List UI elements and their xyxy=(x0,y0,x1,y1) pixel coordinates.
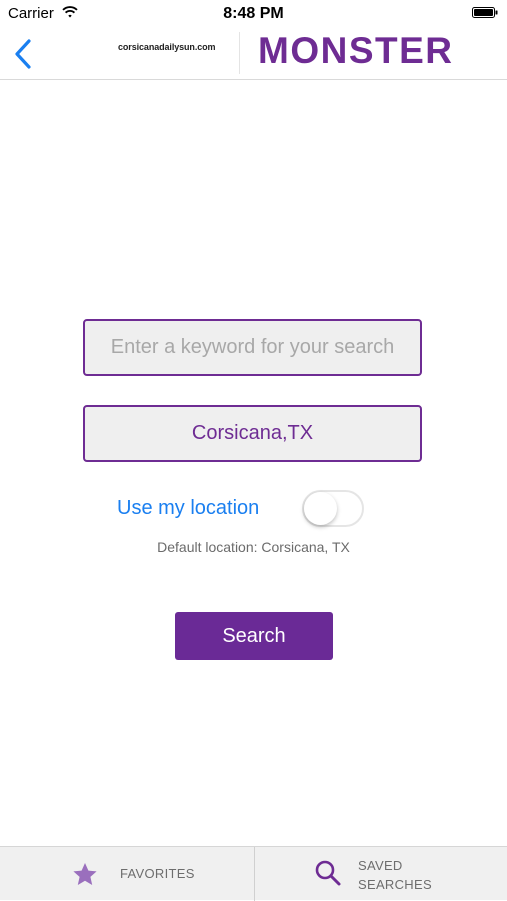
default-location-text: Default location: Corsicana, TX xyxy=(157,539,350,555)
location-field[interactable] xyxy=(83,405,422,462)
search-button[interactable]: Search xyxy=(175,612,333,660)
location-input[interactable] xyxy=(85,407,420,460)
favorites-label: FAVORITES xyxy=(120,866,195,881)
search-icon xyxy=(315,860,341,886)
partner-logo: corsicanadailysun.com xyxy=(118,42,216,52)
tab-favorites[interactable]: FAVORITES xyxy=(0,847,254,901)
status-time: 8:48 PM xyxy=(223,5,284,22)
use-location-toggle[interactable] xyxy=(302,490,364,527)
tab-saved-searches[interactable]: SAVED SEARCHES xyxy=(255,847,507,901)
saved-searches-label: SAVED SEARCHES xyxy=(358,858,432,892)
toggle-knob xyxy=(304,492,337,525)
back-button[interactable] xyxy=(10,36,38,72)
battery-icon xyxy=(472,7,498,18)
use-my-location-link[interactable]: Use my location xyxy=(117,497,259,520)
monster-logo: MONSTER xyxy=(258,30,454,71)
star-icon xyxy=(73,863,97,885)
chevron-left-icon xyxy=(15,39,31,69)
nav-bar: corsicanadailysun.com MONSTER xyxy=(0,28,507,80)
keyword-input[interactable] xyxy=(85,321,420,374)
tab-bar: FAVORITES SAVED SEARCHES xyxy=(0,846,507,901)
keyword-field[interactable] xyxy=(83,319,422,376)
status-bar: Carrier 8:48 PM xyxy=(0,0,507,28)
nav-divider xyxy=(239,32,240,74)
